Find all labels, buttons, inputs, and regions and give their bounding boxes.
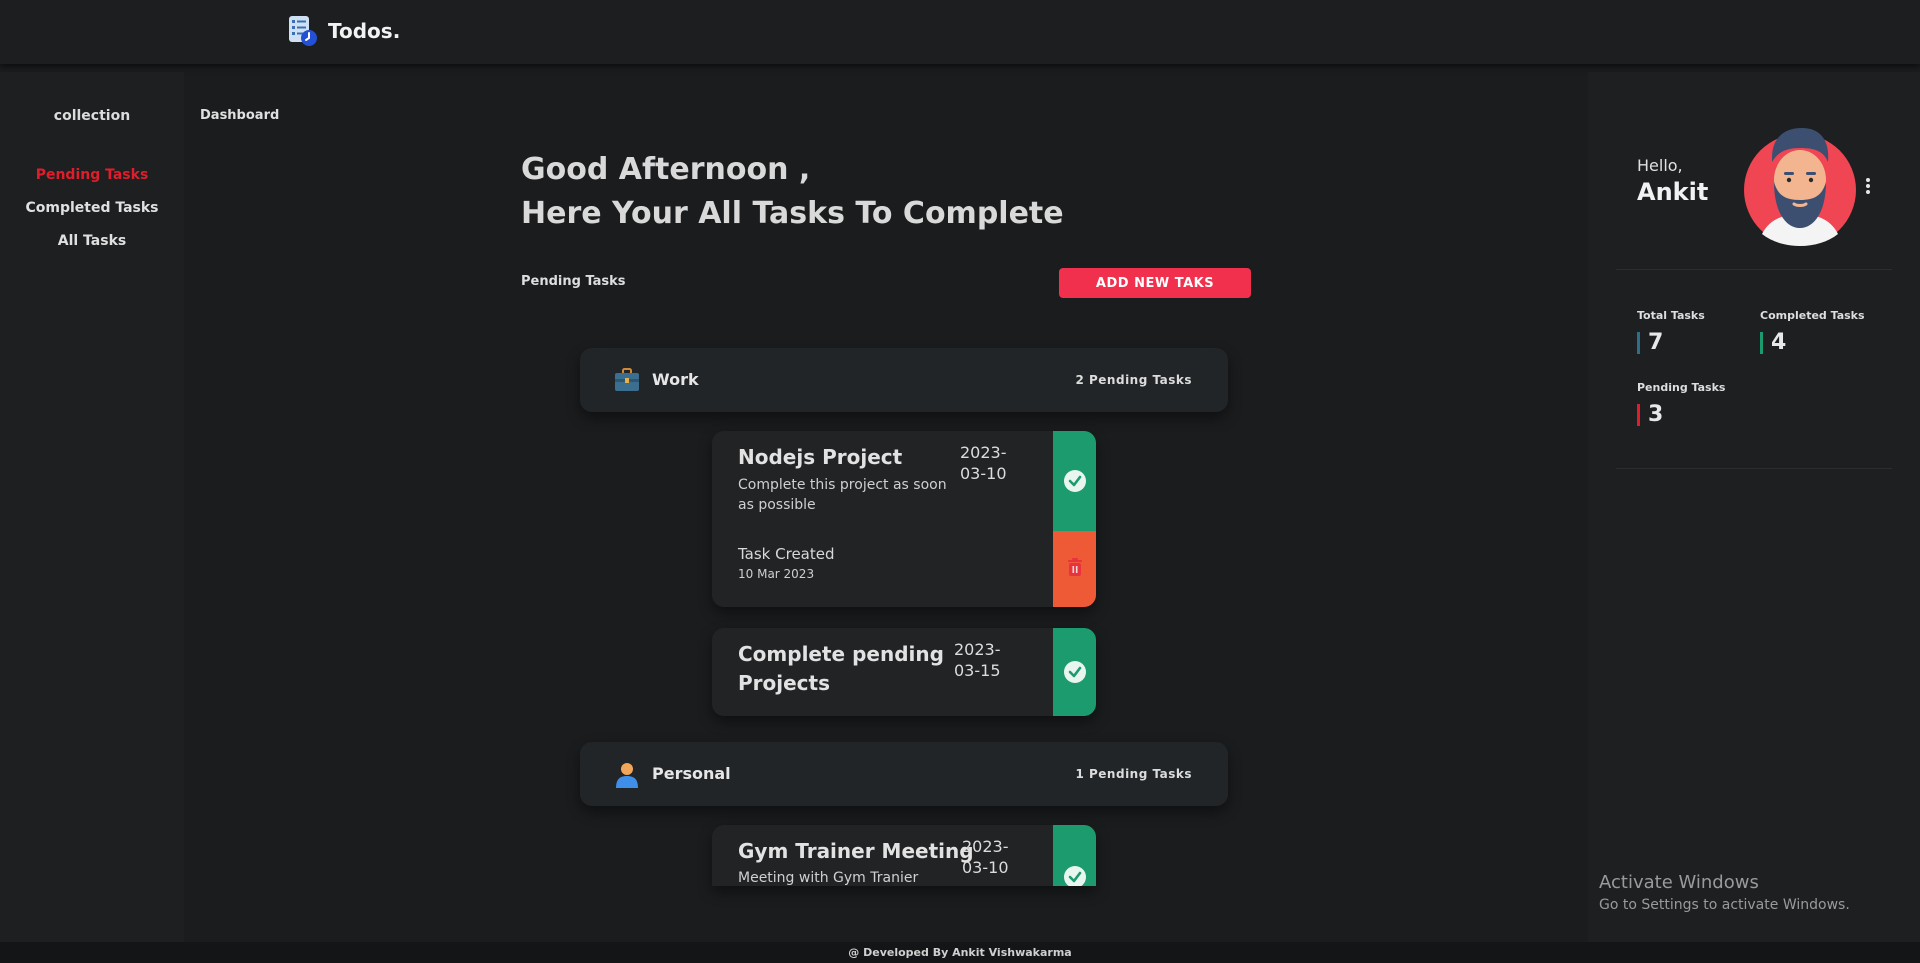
- trash-icon: [1067, 558, 1083, 580]
- stat-color-bar: [1637, 403, 1640, 426]
- category-work[interactable]: Work 2 Pending Tasks: [580, 348, 1228, 412]
- stat-value: 7: [1648, 330, 1664, 355]
- task-title-line-1: Complete pending: [738, 642, 944, 666]
- stat-label: Total Tasks: [1637, 309, 1705, 322]
- section-label: Pending Tasks: [521, 274, 626, 289]
- task-description: Complete this project as soon as possibl…: [738, 477, 947, 513]
- stat-label: Pending Tasks: [1637, 381, 1726, 394]
- brand[interactable]: Todos.: [286, 14, 400, 48]
- sidebar-title: collection: [53, 108, 131, 124]
- task-card-nodejs-project[interactable]: Nodejs Project Complete this project as …: [712, 431, 1096, 607]
- check-icon: [1063, 661, 1086, 683]
- task-due-date-line-2: 03-10: [960, 464, 1007, 483]
- category-name: Personal: [652, 764, 731, 783]
- watermark-line-1: Activate Windows: [1599, 872, 1759, 893]
- task-due-date-line-2: 03-10: [962, 858, 1009, 877]
- avatar[interactable]: [1742, 122, 1858, 246]
- check-icon: [1063, 470, 1086, 492]
- briefcase-icon: [614, 368, 640, 392]
- sidebar-item-all-tasks[interactable]: All Tasks: [0, 233, 184, 249]
- task-created-label: Task Created: [738, 545, 835, 563]
- delete-task-button[interactable]: [1053, 531, 1096, 607]
- stat-color-bar: [1760, 331, 1763, 354]
- stat-completed-tasks: Completed Tasks 4: [1760, 309, 1865, 355]
- user-name: Ankit: [1637, 178, 1709, 206]
- greeting-line-2: Here Your All Tasks To Complete: [521, 196, 1064, 231]
- task-description: Meeting with Gym Tranier: [738, 870, 919, 886]
- hello-text: Hello,: [1637, 156, 1683, 175]
- mark-complete-button[interactable]: [1053, 825, 1096, 886]
- top-bar: Todos.: [0, 0, 1920, 64]
- page-greeting: Good Afternoon , Here Your All Tasks To …: [521, 148, 1064, 236]
- task-card-complete-pending-projects[interactable]: Complete pending Projects 2023- 03-15: [712, 628, 1096, 716]
- footer: @ Developed By Ankit Vishwakarma: [0, 942, 1920, 963]
- stat-color-bar: [1637, 331, 1640, 354]
- category-personal[interactable]: Personal 1 Pending Tasks: [580, 742, 1228, 806]
- greeting-line-1: Good Afternoon ,: [521, 152, 811, 187]
- category-pending-count: 2 Pending Tasks: [1075, 373, 1192, 387]
- task-title-line-2: Projects: [738, 671, 831, 695]
- main-content: Dashboard Good Afternoon , Here Your All…: [184, 72, 1588, 942]
- task-created-date: 10 Mar 2023: [738, 567, 815, 581]
- sidebar-item-pending-tasks[interactable]: Pending Tasks: [0, 167, 184, 183]
- sidebar-item-completed-tasks[interactable]: Completed Tasks: [0, 200, 184, 216]
- category-name: Work: [652, 370, 699, 389]
- task-title: Nodejs Project: [738, 445, 903, 469]
- app-name: Todos.: [328, 19, 401, 43]
- stat-value: 3: [1648, 402, 1664, 427]
- task-due-date-line-2: 03-15: [954, 661, 1001, 680]
- task-due-date-line-1: 2023-: [954, 640, 1001, 659]
- task-due-date: 2023- 03-10: [962, 836, 1009, 878]
- task-card-gym-trainer-meeting[interactable]: Gym Trainer Meeting Meeting with Gym Tra…: [712, 825, 1096, 886]
- profile-panel: Hello, Ankit Total Tasks 7 Completed Tas…: [1588, 72, 1920, 942]
- todo-list-logo-icon: [286, 14, 320, 48]
- task-title: Complete pending Projects: [738, 640, 944, 698]
- divider: [1616, 468, 1892, 469]
- stat-value: 4: [1771, 330, 1787, 355]
- sidebar: collection Pending Tasks Completed Tasks…: [0, 72, 184, 942]
- add-new-task-button[interactable]: ADD NEW TAKS: [1059, 268, 1251, 298]
- task-due-date-line-1: 2023-: [960, 443, 1007, 462]
- person-icon: [614, 762, 640, 788]
- task-due-date: 2023- 03-10: [960, 442, 1007, 484]
- task-title: Gym Trainer Meeting: [738, 839, 974, 863]
- task-due-date: 2023- 03-15: [954, 639, 1001, 681]
- mark-complete-button[interactable]: [1053, 431, 1096, 531]
- category-pending-count: 1 Pending Tasks: [1075, 767, 1192, 781]
- stat-total-tasks: Total Tasks 7: [1637, 309, 1705, 355]
- check-icon: [1063, 866, 1086, 886]
- stat-pending-tasks: Pending Tasks 3: [1637, 381, 1725, 427]
- task-due-date-line-1: 2023-: [962, 837, 1009, 856]
- watermark-line-2: Go to Settings to activate Windows.: [1599, 897, 1850, 913]
- breadcrumb[interactable]: Dashboard: [200, 108, 279, 123]
- activate-windows-watermark: Activate Windows Go to Settings to activ…: [1599, 872, 1850, 913]
- more-options-icon[interactable]: [1864, 176, 1872, 196]
- stat-label: Completed Tasks: [1760, 309, 1865, 322]
- mark-complete-button[interactable]: [1053, 628, 1096, 716]
- divider: [1616, 269, 1892, 270]
